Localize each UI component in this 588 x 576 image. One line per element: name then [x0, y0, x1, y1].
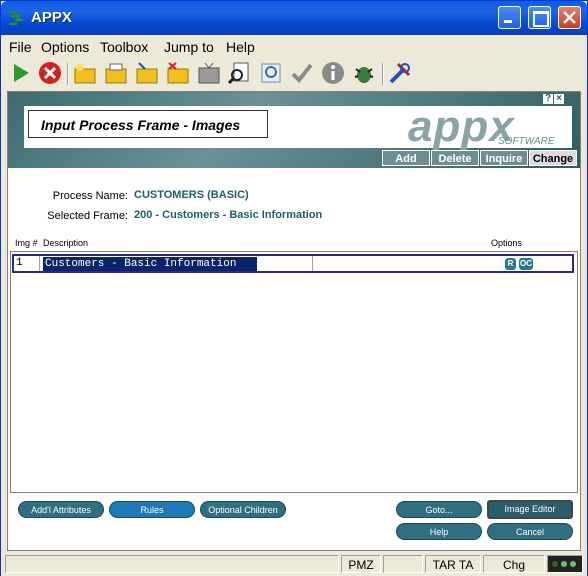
- mode-add-button[interactable]: Add: [382, 150, 430, 166]
- window-title: APPX: [31, 9, 72, 26]
- frame-title-box: Input Process Frame - Images: [28, 110, 268, 138]
- folder-open-icon[interactable]: [135, 61, 159, 85]
- frame-title: Input Process Frame - Images: [41, 117, 241, 133]
- light-icon: [561, 561, 567, 567]
- menu-jump-to[interactable]: Jump to: [164, 39, 214, 55]
- menu-help[interactable]: Help: [226, 39, 255, 55]
- option-r-button[interactable]: R: [505, 258, 516, 270]
- mode-delete-button[interactable]: Delete: [431, 150, 479, 166]
- menu-options[interactable]: Options: [41, 39, 89, 55]
- toolbar: [1, 59, 587, 89]
- light-icon: [570, 561, 576, 567]
- cancel-button[interactable]: Cancel: [487, 523, 573, 540]
- img-number-header: Img #: [15, 238, 38, 248]
- process-name-value: CUSTOMERS (BASIC): [134, 189, 249, 201]
- tv-icon[interactable]: [197, 61, 221, 85]
- status-message: [5, 555, 339, 573]
- blank-cell[interactable]: [258, 256, 313, 271]
- table-row[interactable]: 1 Customers - Basic Information R OC: [12, 254, 574, 273]
- frame-banner: Input Process Frame - Images appx SOFTWA…: [8, 92, 580, 168]
- cancel-icon[interactable]: [38, 61, 62, 85]
- light-icon: [552, 561, 558, 567]
- mode-inquire-button[interactable]: Inquire: [480, 150, 528, 166]
- image-editor-button[interactable]: Image Editor: [487, 500, 573, 519]
- status-lights: [547, 555, 583, 573]
- tools-icon[interactable]: [388, 61, 412, 85]
- menu-file[interactable]: File: [9, 39, 32, 55]
- info-icon[interactable]: [321, 61, 345, 85]
- status-tarta: TAR TA: [425, 555, 481, 573]
- status-pmz: PMZ: [341, 555, 381, 573]
- close-icon: [563, 11, 576, 24]
- option-oc-button[interactable]: OC: [519, 258, 533, 270]
- selected-frame-value: 200 - Customers - Basic Information: [134, 209, 323, 221]
- status-blank: [383, 555, 423, 573]
- status-chg: Chg: [483, 555, 545, 573]
- process-frame: Input Process Frame - Images appx SOFTWA…: [7, 91, 581, 551]
- appx-logo-sub: SOFTWARE: [498, 136, 555, 147]
- maximize-icon: [533, 11, 549, 27]
- zoom-icon[interactable]: [259, 61, 283, 85]
- appx-icon: [9, 10, 23, 26]
- folder-delete-icon[interactable]: [166, 61, 190, 85]
- process-name-label: Process Name:: [52, 190, 128, 202]
- selected-frame-label: Selected Frame:: [47, 210, 128, 222]
- new-folder-icon[interactable]: [73, 61, 97, 85]
- check-icon[interactable]: [290, 61, 314, 85]
- help-button[interactable]: Help: [396, 523, 482, 540]
- go-icon[interactable]: [9, 61, 33, 85]
- search-doc-icon[interactable]: [228, 61, 252, 85]
- options-header: Options: [491, 238, 523, 248]
- images-grid[interactable]: 1 Customers - Basic Information R OC: [10, 251, 578, 493]
- addl-attributes-button[interactable]: Add'l Attributes: [18, 501, 104, 518]
- mode-change-button[interactable]: Change: [529, 150, 577, 166]
- rules-button[interactable]: Rules: [109, 501, 195, 518]
- minimize-icon: [504, 20, 512, 23]
- status-bar: PMZ TAR TA Chg: [1, 552, 587, 576]
- description-header: Description: [43, 238, 89, 248]
- menu-bar: File Options Toolbox Jump to Help: [1, 36, 587, 58]
- help-question-icon[interactable]: ?: [543, 94, 553, 104]
- folder-edit-icon[interactable]: [104, 61, 128, 85]
- minimize-button[interactable]: [498, 6, 521, 29]
- goto-button[interactable]: Goto...: [396, 501, 482, 518]
- close-button[interactable]: [558, 6, 581, 29]
- menu-toolbox[interactable]: Toolbox: [100, 39, 148, 55]
- bug-icon[interactable]: [352, 61, 376, 85]
- help-close-icon[interactable]: ×: [554, 94, 564, 104]
- title-bar[interactable]: APPX: [1, 1, 587, 35]
- optional-children-button[interactable]: Optional Children: [200, 501, 286, 518]
- maximize-button[interactable]: [528, 6, 551, 29]
- app-window: APPX File Options Toolbox Jump to Help I…: [0, 0, 588, 576]
- img-number-cell[interactable]: 1: [14, 256, 40, 271]
- description-input[interactable]: Customers - Basic Information: [43, 257, 257, 271]
